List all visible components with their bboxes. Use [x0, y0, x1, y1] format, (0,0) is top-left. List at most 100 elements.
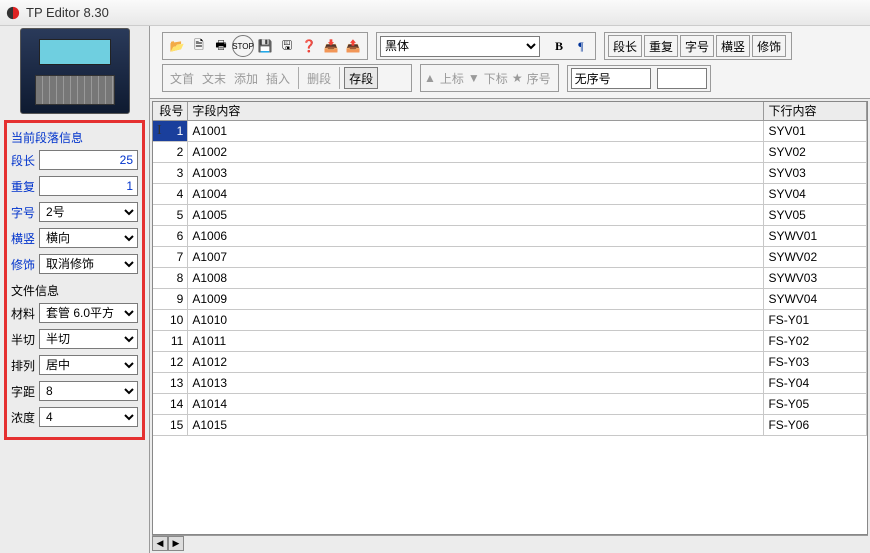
table-row[interactable]: 11A1011FS-Y02 [153, 330, 867, 351]
cell-idx[interactable]: 13 [153, 372, 188, 393]
table-row[interactable]: 3A1003SYV03 [153, 162, 867, 183]
decor-select[interactable]: 取消修饰 [39, 254, 138, 274]
cell-seg[interactable]: A1009 [188, 288, 764, 309]
spacing-select[interactable]: 8 [39, 381, 138, 401]
table-row[interactable]: 14A1014FS-Y05 [153, 393, 867, 414]
cell-seg[interactable]: A1010 [188, 309, 764, 330]
fontsize-select[interactable]: 2号 [39, 202, 138, 222]
cell-last[interactable]: SYV02 [764, 141, 867, 162]
cell-idx[interactable]: 3 [153, 162, 188, 183]
insert-button[interactable]: 插入 [262, 67, 294, 89]
material-select[interactable]: 套管 6.0平方 [39, 303, 138, 323]
cell-last[interactable]: FS-Y06 [764, 414, 867, 435]
cell-last[interactable]: SYWV03 [764, 267, 867, 288]
table-row[interactable]: 12A1012FS-Y03 [153, 351, 867, 372]
pilcrow-button[interactable]: ¶ [570, 35, 592, 57]
cell-idx[interactable]: 12 [153, 351, 188, 372]
seglen-input[interactable] [39, 150, 138, 170]
align-select[interactable]: 居中 [39, 355, 138, 375]
cell-idx[interactable]: 10 [153, 309, 188, 330]
import-icon[interactable]: 📥 [320, 35, 342, 57]
horizontal-scrollbar[interactable]: ◀ ▶ [152, 535, 868, 551]
cell-last[interactable]: SYV04 [764, 183, 867, 204]
cell-seg[interactable]: A1004 [188, 183, 764, 204]
cell-last[interactable]: FS-Y02 [764, 330, 867, 351]
cell-last[interactable]: SYWV04 [764, 288, 867, 309]
table-row[interactable]: 2A1002SYV02 [153, 141, 867, 162]
save-icon[interactable]: 💾 [254, 35, 276, 57]
open-icon[interactable]: 📂 [166, 35, 188, 57]
wenshou-button[interactable]: 文首 [166, 67, 198, 89]
cell-last[interactable]: FS-Y05 [764, 393, 867, 414]
table-row[interactable]: 15A1015FS-Y06 [153, 414, 867, 435]
table-row[interactable]: 1A1001SYV01 [153, 120, 867, 141]
cell-last[interactable]: FS-Y04 [764, 372, 867, 393]
cell-idx[interactable]: 15 [153, 414, 188, 435]
print-icon[interactable]: 🖶 [210, 35, 232, 57]
cell-last[interactable]: SYV05 [764, 204, 867, 225]
scroll-left-icon[interactable]: ◀ [152, 536, 168, 551]
save2-icon[interactable]: 🖫 [276, 35, 298, 57]
cell-idx[interactable]: 14 [153, 393, 188, 414]
ordinal-type-field[interactable] [571, 68, 651, 89]
cell-seg[interactable]: A1006 [188, 225, 764, 246]
cell-idx[interactable]: 4 [153, 183, 188, 204]
density-select[interactable]: 4 [39, 407, 138, 427]
bold-button[interactable]: B [548, 35, 570, 57]
col-header-seg[interactable]: 字段内容 [188, 102, 764, 120]
decor-button[interactable]: 修饰 [752, 35, 786, 57]
export-icon[interactable]: 📤 [342, 35, 364, 57]
subscript-button[interactable]: 下标 [480, 67, 512, 89]
cell-idx[interactable]: 5 [153, 204, 188, 225]
col-header-idx[interactable]: 段号 [153, 102, 188, 120]
cell-seg[interactable]: A1005 [188, 204, 764, 225]
help-icon[interactable]: ❓ [298, 35, 320, 57]
cell-seg[interactable]: A1002 [188, 141, 764, 162]
font-family-select[interactable]: 黑体 [380, 36, 540, 57]
cell-idx[interactable]: 11 [153, 330, 188, 351]
cell-seg[interactable]: A1013 [188, 372, 764, 393]
repeat-input[interactable] [39, 176, 138, 196]
cell-seg[interactable]: A1007 [188, 246, 764, 267]
superscript-button[interactable]: 上标 [436, 67, 468, 89]
orient-button[interactable]: 横竖 [716, 35, 750, 57]
col-header-last[interactable]: 下行内容 [764, 102, 867, 120]
cell-last[interactable]: SYV01 [764, 120, 867, 141]
orient-select[interactable]: 横向 [39, 228, 138, 248]
cell-idx[interactable]: 6 [153, 225, 188, 246]
table-row[interactable]: 7A1007SYWV02 [153, 246, 867, 267]
table-row[interactable]: 6A1006SYWV01 [153, 225, 867, 246]
data-grid[interactable]: 段号 字段内容 下行内容 1A1001SYV012A1002SYV023A100… [153, 102, 867, 436]
cell-seg[interactable]: A1012 [188, 351, 764, 372]
scroll-right-icon[interactable]: ▶ [168, 536, 184, 551]
table-row[interactable]: 4A1004SYV04 [153, 183, 867, 204]
table-row[interactable]: 13A1013FS-Y04 [153, 372, 867, 393]
ordinal-value-field[interactable] [657, 68, 707, 89]
add-button[interactable]: 添加 [230, 67, 262, 89]
save-seg-button[interactable]: 存段 [344, 67, 378, 89]
cell-seg[interactable]: A1001 [188, 120, 764, 141]
table-row[interactable]: 10A1010FS-Y01 [153, 309, 867, 330]
seglen-button[interactable]: 段长 [608, 35, 642, 57]
cell-idx[interactable]: 8 [153, 267, 188, 288]
cell-seg[interactable]: A1003 [188, 162, 764, 183]
cell-seg[interactable]: A1014 [188, 393, 764, 414]
delete-seg-button[interactable]: 删段 [303, 67, 335, 89]
table-row[interactable]: 5A1005SYV05 [153, 204, 867, 225]
cell-seg[interactable]: A1015 [188, 414, 764, 435]
table-row[interactable]: 8A1008SYWV03 [153, 267, 867, 288]
cell-seg[interactable]: A1008 [188, 267, 764, 288]
cell-last[interactable]: FS-Y03 [764, 351, 867, 372]
fontsize-button[interactable]: 字号 [680, 35, 714, 57]
ordinal-button[interactable]: 序号 [523, 67, 555, 89]
wenmo-button[interactable]: 文末 [198, 67, 230, 89]
cell-last[interactable]: FS-Y01 [764, 309, 867, 330]
repeat-button[interactable]: 重复 [644, 35, 678, 57]
cell-last[interactable]: SYWV02 [764, 246, 867, 267]
cell-idx[interactable]: 9 [153, 288, 188, 309]
new-icon[interactable]: 🗎 [188, 35, 210, 57]
cell-last[interactable]: SYWV01 [764, 225, 867, 246]
cell-seg[interactable]: A1011 [188, 330, 764, 351]
halfcut-select[interactable]: 半切 [39, 329, 138, 349]
cell-idx[interactable]: 2 [153, 141, 188, 162]
